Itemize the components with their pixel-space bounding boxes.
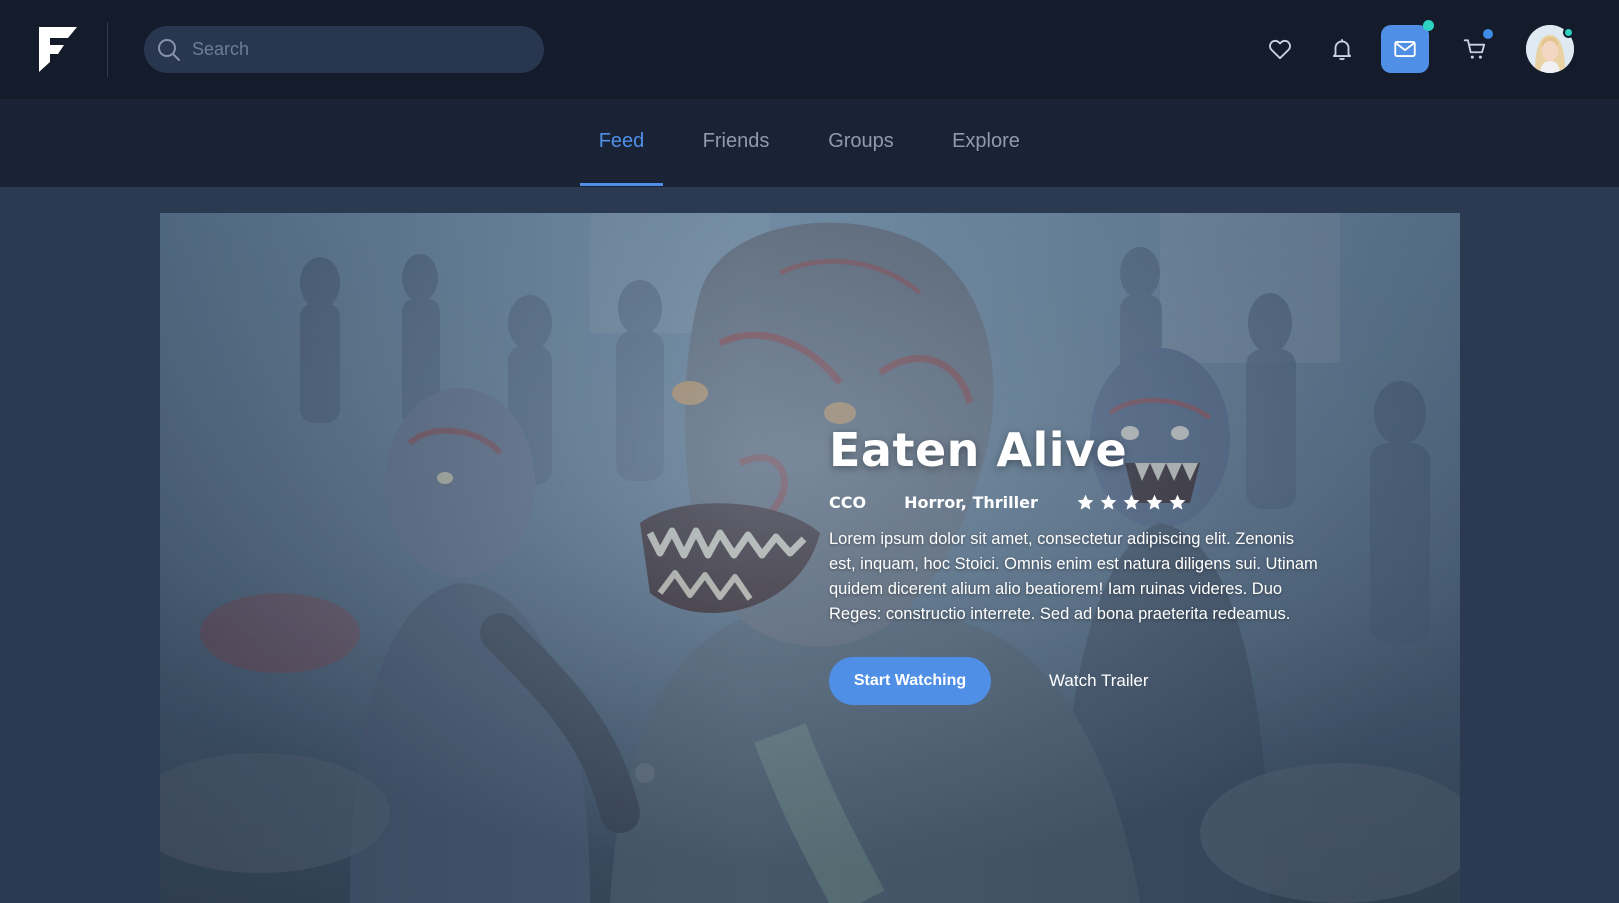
movie-meta: CCO Horror, Thriller <box>829 489 1329 515</box>
tab-friends[interactable]: Friends <box>694 99 778 187</box>
top-header <box>0 0 1619 99</box>
favorites-button[interactable] <box>1256 25 1304 73</box>
search-bar[interactable] <box>144 26 544 73</box>
logo[interactable] <box>36 24 80 74</box>
movie-genre: Horror, Thriller <box>904 492 1038 512</box>
main-nav: Feed Friends Groups Explore <box>0 99 1619 187</box>
star-icon <box>1077 494 1094 510</box>
cart-icon <box>1463 39 1486 59</box>
cart-notification-dot <box>1483 29 1493 39</box>
start-watching-button[interactable]: Start Watching <box>829 657 991 705</box>
tab-explore[interactable]: Explore <box>946 99 1026 187</box>
heart-icon <box>1269 39 1291 60</box>
messages-button[interactable] <box>1381 25 1429 73</box>
star-rating <box>1076 493 1187 512</box>
tab-feed[interactable]: Feed <box>580 99 663 187</box>
logo-icon <box>39 27 77 72</box>
online-status-dot <box>1563 27 1574 38</box>
mail-icon <box>1394 41 1416 57</box>
notifications-button[interactable] <box>1318 25 1366 73</box>
movie-description: Lorem ipsum dolor sit amet, consectetur … <box>829 530 1318 623</box>
star-icon <box>1169 494 1186 510</box>
star-icon <box>1146 494 1163 510</box>
search-icon <box>158 39 180 61</box>
star-icon <box>1123 494 1140 510</box>
hero-actions: Start Watching Watch Trailer <box>829 657 1329 705</box>
hero-content: Eaten Alive CCO Horror, Thriller Lorem i… <box>829 423 1329 705</box>
mail-notification-dot <box>1423 20 1434 31</box>
hero-banner: Eaten Alive CCO Horror, Thriller Lorem i… <box>160 213 1460 903</box>
movie-title: Eaten Alive <box>829 423 1128 477</box>
content-rating: CCO <box>829 492 867 512</box>
star-icon <box>1100 494 1117 510</box>
watch-trailer-button[interactable]: Watch Trailer <box>1049 671 1149 691</box>
header-divider <box>107 22 108 77</box>
bell-icon <box>1332 39 1352 61</box>
search-input[interactable] <box>192 26 532 73</box>
tab-groups[interactable]: Groups <box>823 99 899 187</box>
active-tab-indicator <box>580 183 663 186</box>
